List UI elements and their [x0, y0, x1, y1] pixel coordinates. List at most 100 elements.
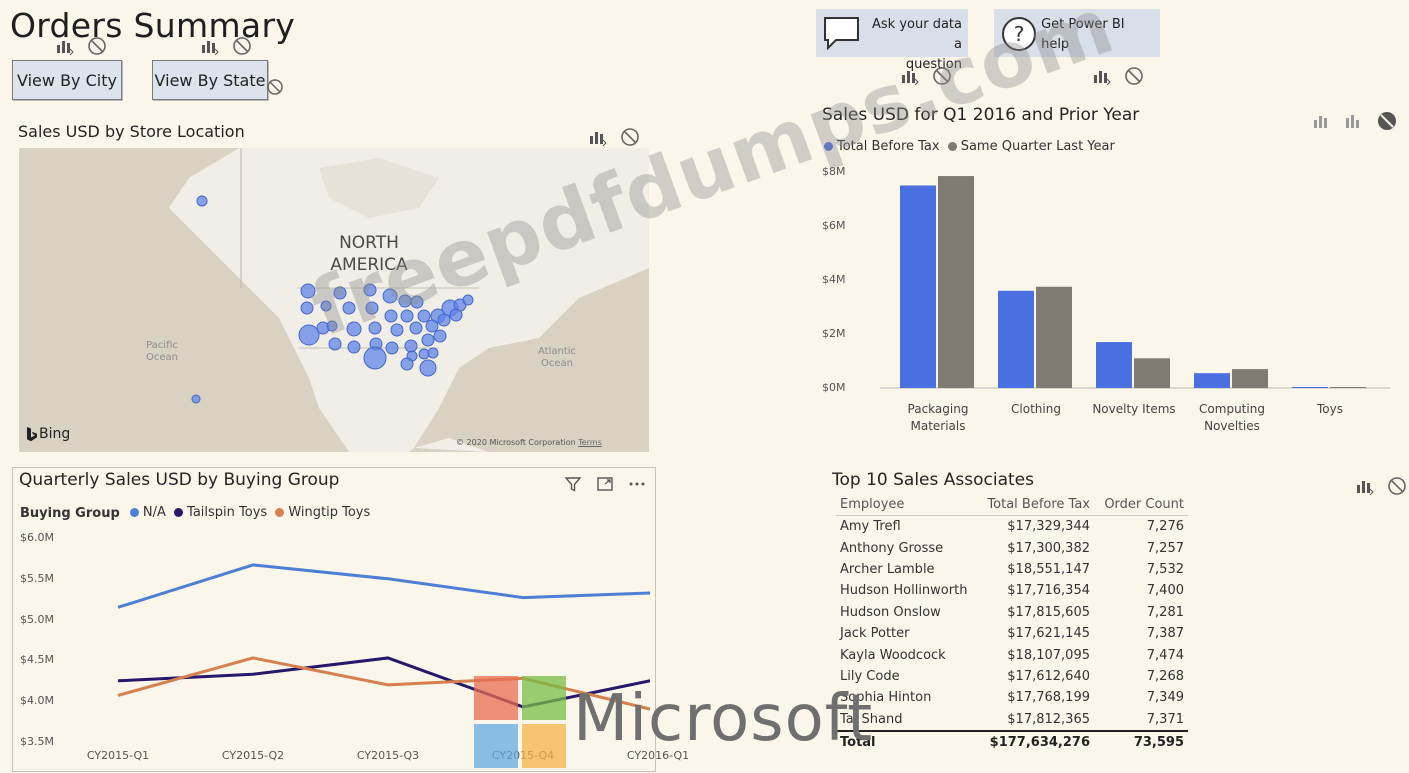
- get-help-button[interactable]: ? Get Power BI help: [994, 9, 1160, 57]
- blocked-icon[interactable]: [932, 66, 952, 86]
- store-bubble[interactable]: [382, 288, 398, 304]
- table-row[interactable]: Sophia Hinton $17,768,199 7,349: [836, 687, 1188, 708]
- bar[interactable]: [1096, 342, 1132, 388]
- view-by-city-button[interactable]: View By City: [12, 60, 122, 100]
- ask-question-button[interactable]: Ask your data a question: [816, 9, 968, 72]
- drill-icon[interactable]: [1355, 477, 1375, 495]
- store-bubble[interactable]: [409, 321, 423, 335]
- store-bubble[interactable]: [421, 333, 435, 347]
- store-bubble[interactable]: [191, 394, 201, 404]
- series-line[interactable]: [117, 656, 650, 711]
- table-row[interactable]: Hudson Onslow $17,815,605 7,281: [836, 602, 1188, 623]
- blocked-icon[interactable]: [1387, 476, 1407, 496]
- table-cell: Amy Trefl: [840, 519, 901, 535]
- store-bubble[interactable]: [404, 339, 418, 353]
- store-bubble[interactable]: [326, 320, 338, 332]
- store-bubble[interactable]: [320, 300, 332, 312]
- legend-wingtip[interactable]: Wingtip Toys: [275, 505, 370, 520]
- terms-link[interactable]: Terms: [578, 438, 602, 447]
- legend-label: Wingtip Toys: [288, 505, 371, 520]
- store-bubble[interactable]: [400, 309, 414, 323]
- table-row[interactable]: Lily Code $17,612,640 7,268: [836, 666, 1188, 687]
- legend-na[interactable]: N/A: [129, 505, 166, 520]
- store-bubble[interactable]: [196, 195, 208, 207]
- logo-tile-blue: [474, 724, 518, 768]
- store-bubble[interactable]: [425, 319, 439, 333]
- column-header[interactable]: Total Before Tax: [980, 494, 1094, 516]
- store-bubble[interactable]: [417, 309, 431, 323]
- bar[interactable]: [1292, 387, 1328, 388]
- store-bubble[interactable]: [462, 294, 474, 306]
- store-bubble[interactable]: [427, 347, 439, 359]
- store-bubbles[interactable]: [19, 148, 649, 452]
- table-row[interactable]: Archer Lamble $18,551,147 7,532: [836, 559, 1188, 580]
- store-bubble[interactable]: [437, 313, 451, 327]
- table-row[interactable]: Hudson Hollinworth $17,716,354 7,400: [836, 580, 1188, 601]
- focus-mode-icon[interactable]: [596, 475, 614, 493]
- drill-icon[interactable]: [1092, 67, 1112, 85]
- bar[interactable]: [998, 290, 1034, 388]
- column-header[interactable]: Employee: [836, 494, 980, 516]
- store-bubble[interactable]: [298, 324, 320, 346]
- drill-icon[interactable]: [55, 37, 75, 55]
- bar[interactable]: [1232, 369, 1268, 388]
- series-line[interactable]: [117, 563, 650, 609]
- store-bubble[interactable]: [363, 283, 377, 297]
- bar[interactable]: [1036, 286, 1072, 388]
- table-row[interactable]: Amy Trefl $17,329,344 7,276: [836, 516, 1188, 538]
- store-bubble[interactable]: [384, 309, 398, 323]
- store-bubble[interactable]: [398, 294, 412, 308]
- store-bubble[interactable]: [300, 301, 314, 315]
- store-bubble[interactable]: [346, 321, 362, 337]
- bar-chart-plot[interactable]: [880, 160, 1390, 400]
- store-bubble[interactable]: [347, 340, 361, 354]
- series-line[interactable]: [117, 656, 650, 709]
- store-location-map[interactable]: NORTH AMERICA Pacific Ocean Atlantic Oce…: [19, 148, 649, 452]
- blocked-icon[interactable]: [620, 127, 640, 147]
- view-by-state-button[interactable]: View By State: [152, 60, 268, 100]
- store-bubble[interactable]: [418, 348, 430, 360]
- table-row[interactable]: Jack Potter $17,621,145 7,387: [836, 623, 1188, 644]
- table-row[interactable]: Kayla Woodcock $18,107,095 7,474: [836, 644, 1188, 665]
- store-bubble[interactable]: [365, 301, 379, 315]
- bar[interactable]: [1330, 387, 1366, 388]
- legend-tailspin[interactable]: Tailspin Toys: [174, 505, 267, 520]
- store-bubble[interactable]: [328, 337, 342, 351]
- table-row[interactable]: Taj Shand $17,812,365 7,371: [836, 709, 1188, 731]
- store-bubble[interactable]: [363, 346, 387, 370]
- store-bubble[interactable]: [300, 283, 316, 299]
- drill-down-icon[interactable]: [1344, 112, 1364, 130]
- blocked-icon[interactable]: [266, 78, 284, 96]
- store-bubble[interactable]: [385, 341, 399, 355]
- more-options-icon[interactable]: [628, 475, 646, 493]
- blocked-icon[interactable]: [87, 36, 107, 56]
- store-bubble[interactable]: [419, 359, 437, 377]
- store-bubble[interactable]: [333, 286, 347, 300]
- legend-same-quarter[interactable]: Same Quarter Last Year: [947, 139, 1115, 154]
- store-bubble[interactable]: [433, 329, 447, 343]
- associates-table[interactable]: Employee Total Before Tax Order Count Am…: [836, 494, 1188, 754]
- bar[interactable]: [1134, 358, 1170, 388]
- table-total-row[interactable]: Total $177,634,276 73,595: [836, 729, 1188, 754]
- bar[interactable]: [1194, 373, 1230, 388]
- legend-total-before-tax[interactable]: Total Before Tax: [824, 139, 940, 154]
- blocked-icon[interactable]: [1124, 66, 1144, 86]
- drill-icon[interactable]: [900, 67, 920, 85]
- drill-icon[interactable]: [1312, 112, 1332, 130]
- store-bubble[interactable]: [342, 301, 356, 315]
- drill-icon[interactable]: [588, 128, 608, 146]
- store-bubble[interactable]: [410, 295, 424, 309]
- table-row[interactable]: Anthony Grosse $17,300,382 7,257: [836, 537, 1188, 558]
- filter-icon[interactable]: [564, 475, 582, 493]
- store-bubble[interactable]: [368, 321, 382, 335]
- line-y-tick: $5.5M: [20, 571, 54, 585]
- blocked-icon[interactable]: [232, 36, 252, 56]
- drill-icon[interactable]: [200, 37, 220, 55]
- bar[interactable]: [900, 185, 936, 389]
- bar[interactable]: [938, 176, 974, 388]
- column-header[interactable]: Order Count: [1094, 494, 1188, 516]
- store-bubble[interactable]: [449, 308, 463, 322]
- store-bubble[interactable]: [390, 323, 404, 337]
- store-bubble[interactable]: [400, 357, 414, 371]
- blocked-filled-icon[interactable]: [1376, 110, 1398, 132]
